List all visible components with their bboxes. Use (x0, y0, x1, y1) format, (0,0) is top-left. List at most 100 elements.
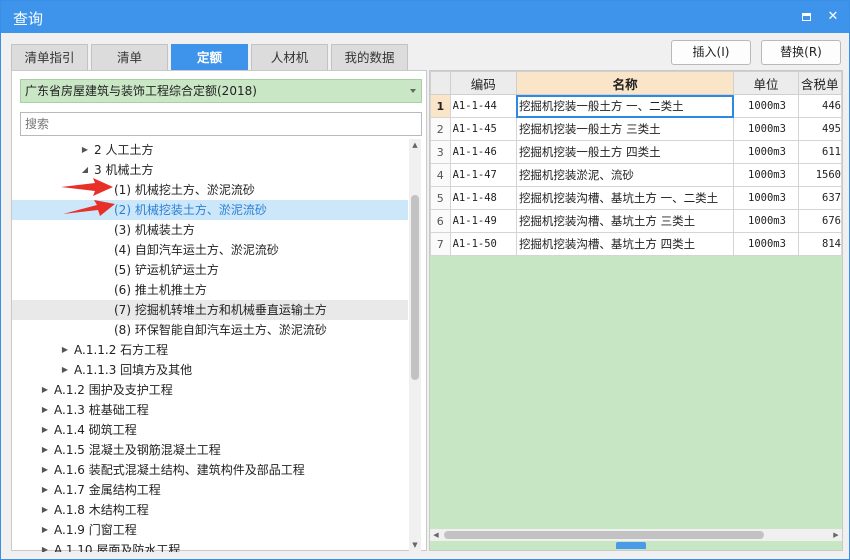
row-number-cell[interactable]: 5 (430, 186, 451, 210)
row-number-cell[interactable]: 4 (430, 163, 451, 187)
scroll-down-icon[interactable]: ▼ (409, 539, 421, 551)
name-cell[interactable]: 挖掘机挖装一般土方 三类土 (515, 117, 735, 141)
tree-item[interactable]: ▶ A.1.6 装配式混凝土结构、建筑构件及部品工程 (12, 460, 408, 480)
price-cell[interactable]: 611 (797, 140, 842, 164)
unit-cell[interactable]: 1000m3 (733, 117, 799, 141)
header-code[interactable]: 编码 (449, 71, 517, 95)
insert-button[interactable]: 插入(I) (671, 40, 751, 65)
tab-my-data[interactable]: 我的数据 (331, 44, 408, 70)
name-cell[interactable]: 挖掘机挖装沟槽、基坑土方 一、二类土 (515, 186, 735, 210)
code-cell[interactable]: A1-1-48 (449, 186, 517, 210)
unit-cell[interactable]: 1000m3 (733, 140, 799, 164)
grid-row[interactable]: 7 A1-1-50 挖掘机挖装沟槽、基坑土方 四类土 1000m3 814 (430, 232, 842, 256)
collapsed-triangle-icon[interactable]: ▶ (40, 540, 50, 552)
tab-bill-guide[interactable]: 清单指引 (11, 44, 88, 70)
row-number-cell[interactable]: 3 (430, 140, 451, 164)
quota-library-select[interactable]: 广东省房屋建筑与装饰工程综合定额(2018) (20, 79, 422, 103)
scroll-thumb[interactable] (411, 195, 419, 380)
code-cell[interactable]: A1-1-46 (449, 140, 517, 164)
replace-button[interactable]: 替换(R) (761, 40, 841, 65)
tree-item[interactable]: ◢ 3 机械土方 (12, 160, 408, 180)
collapsed-triangle-icon[interactable]: ▶ (40, 480, 50, 500)
scroll-up-icon[interactable]: ▲ (409, 139, 421, 151)
tree-item[interactable]: ▶ A.1.10 屋面及防水工程 (12, 540, 408, 552)
tree-item[interactable]: ▶ A.1.1.3 回填方及其他 (12, 360, 408, 380)
price-cell[interactable]: 637 (797, 186, 842, 210)
tree-item[interactable]: (5) 铲运机铲运土方 (12, 260, 408, 280)
tree-item[interactable]: ▶ A.1.3 桩基础工程 (12, 400, 408, 420)
tree-item-label: 2 人工土方 (94, 143, 154, 157)
collapsed-triangle-icon[interactable]: ▶ (40, 420, 50, 440)
collapsed-triangle-icon[interactable]: ▶ (60, 360, 70, 380)
tree-item[interactable]: (8) 环保智能自卸汽车运土方、淤泥流砂 (12, 320, 408, 340)
tab-labor-material-machine[interactable]: 人材机 (251, 44, 328, 70)
price-cell[interactable]: 1560 (797, 163, 842, 187)
tree-item[interactable]: (6) 推土机推土方 (12, 280, 408, 300)
row-number-cell[interactable]: 2 (430, 117, 451, 141)
collapsed-triangle-icon[interactable]: ▶ (40, 440, 50, 460)
price-cell[interactable]: 495 (797, 117, 842, 141)
row-number-cell[interactable]: 1 (430, 94, 451, 118)
scroll-left-icon[interactable]: ◀ (430, 529, 442, 541)
tree-item[interactable]: (4) 自卸汽车运土方、淤泥流砂 (12, 240, 408, 260)
name-cell[interactable]: 挖掘机挖装沟槽、基坑土方 四类土 (515, 232, 735, 256)
code-cell[interactable]: A1-1-44 (449, 94, 517, 118)
tree-vertical-scrollbar[interactable]: ▲ ▼ (409, 139, 421, 551)
code-cell[interactable]: A1-1-47 (449, 163, 517, 187)
grid-row[interactable]: 4 A1-1-47 挖掘机挖装淤泥、流砂 1000m3 1560 (430, 163, 842, 187)
tree-item[interactable]: ▶ A.1.9 门窗工程 (12, 520, 408, 540)
collapsed-triangle-icon[interactable]: ▶ (40, 520, 50, 540)
grid-row[interactable]: 3 A1-1-46 挖掘机挖装一般土方 四类土 1000m3 611 (430, 140, 842, 164)
collapsed-triangle-icon[interactable]: ▶ (40, 500, 50, 520)
search-input[interactable] (20, 112, 422, 136)
header-unit[interactable]: 单位 (733, 71, 799, 95)
price-cell[interactable]: 814 (797, 232, 842, 256)
header-name[interactable]: 名称 (515, 71, 735, 95)
close-button[interactable]: ✕ (823, 7, 843, 27)
tree-item[interactable]: (3) 机械装土方 (12, 220, 408, 240)
tree-item[interactable]: ▶ A.1.1.2 石方工程 (12, 340, 408, 360)
header-tax-price[interactable]: 含税单 (797, 71, 842, 95)
tree-item[interactable]: ▶ A.1.7 金属结构工程 (12, 480, 408, 500)
unit-cell[interactable]: 1000m3 (733, 186, 799, 210)
unit-cell[interactable]: 1000m3 (733, 94, 799, 118)
collapsed-triangle-icon[interactable]: ▶ (80, 140, 90, 160)
code-cell[interactable]: A1-1-45 (449, 117, 517, 141)
tree-item[interactable]: ▶ A.1.4 砌筑工程 (12, 420, 408, 440)
tab-quota[interactable]: 定额 (171, 44, 248, 70)
tree-item[interactable]: ▶ 2 人工土方 (12, 140, 408, 160)
restore-button[interactable] (797, 7, 817, 27)
collapsed-triangle-icon[interactable]: ▶ (40, 380, 50, 400)
tree-item[interactable]: ▶ A.1.5 混凝土及钢筋混凝土工程 (12, 440, 408, 460)
tree-item[interactable]: (7) 挖掘机转堆土方和机械垂直运输土方 (12, 300, 408, 320)
tree-item[interactable]: ▶ A.1.8 木结构工程 (12, 500, 408, 520)
unit-cell[interactable]: 1000m3 (733, 163, 799, 187)
price-cell[interactable]: 446 (797, 94, 842, 118)
expanded-triangle-icon[interactable]: ◢ (80, 160, 90, 180)
grid-row[interactable]: 2 A1-1-45 挖掘机挖装一般土方 三类土 1000m3 495 (430, 117, 842, 141)
name-cell[interactable]: 挖掘机挖装一般土方 一、二类土 (515, 94, 735, 118)
tab-bill[interactable]: 清单 (91, 44, 168, 70)
row-number-cell[interactable]: 7 (430, 232, 451, 256)
code-cell[interactable]: A1-1-49 (449, 209, 517, 233)
code-cell[interactable]: A1-1-50 (449, 232, 517, 256)
grid-row[interactable]: 1 A1-1-44 挖掘机挖装一般土方 一、二类土 1000m3 446 (430, 94, 842, 118)
hscroll-thumb[interactable] (444, 531, 764, 539)
tree-item[interactable]: ▶ A.1.2 围护及支护工程 (12, 380, 408, 400)
unit-cell[interactable]: 1000m3 (733, 209, 799, 233)
scroll-right-icon[interactable]: ▶ (830, 529, 842, 541)
price-cell[interactable]: 676 (797, 209, 842, 233)
collapsed-triangle-icon[interactable]: ▶ (60, 340, 70, 360)
grid-horizontal-scrollbar[interactable]: ◀ ▶ (430, 529, 842, 541)
grid-row[interactable]: 5 A1-1-48 挖掘机挖装沟槽、基坑土方 一、二类土 1000m3 637 (430, 186, 842, 210)
unit-cell[interactable]: 1000m3 (733, 232, 799, 256)
collapsed-triangle-icon[interactable]: ▶ (40, 460, 50, 480)
name-cell[interactable]: 挖掘机挖装一般土方 四类土 (515, 140, 735, 164)
row-number-cell[interactable]: 6 (430, 209, 451, 233)
splitter-handle[interactable] (616, 542, 646, 549)
grid-row[interactable]: 6 A1-1-49 挖掘机挖装沟槽、基坑土方 三类土 1000m3 676 (430, 209, 842, 233)
name-cell[interactable]: 挖掘机挖装淤泥、流砂 (515, 163, 735, 187)
collapsed-triangle-icon[interactable]: ▶ (40, 400, 50, 420)
name-cell[interactable]: 挖掘机挖装沟槽、基坑土方 三类土 (515, 209, 735, 233)
title-bar[interactable]: 查询 ✕ (1, 1, 849, 33)
